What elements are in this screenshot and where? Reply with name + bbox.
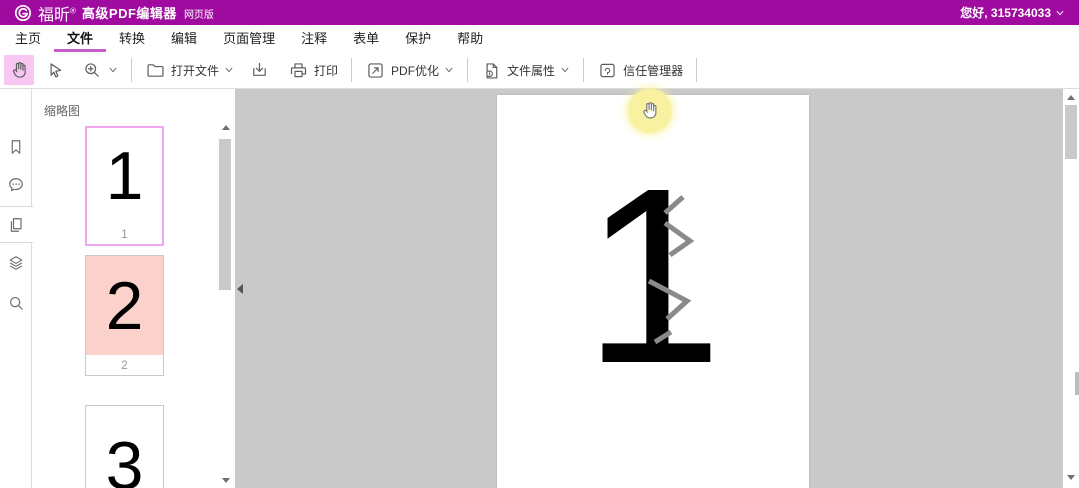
chevron-down-icon (560, 65, 570, 75)
panel-scroll-up-arrow[interactable] (222, 125, 230, 130)
comment-icon[interactable] (6, 175, 26, 195)
printer-icon (288, 60, 309, 81)
download-button[interactable] (244, 55, 274, 85)
bookmark-icon[interactable] (6, 137, 26, 157)
thumbnail-page-preview: 2 (86, 256, 163, 355)
select-arrow-icon (45, 60, 66, 81)
pdf-page[interactable]: 1 (497, 95, 809, 488)
toolbar-separator (131, 58, 132, 82)
toolbar-separator (583, 58, 584, 82)
foxit-pdf-editor-window: 福昕® 高级PDF编辑器 网页版 您好, 315734033 主页 文件 转换 … (0, 0, 1079, 488)
download-icon (249, 60, 270, 81)
edition-label: 网页版 (184, 6, 214, 21)
thumbnail-digit: 1 (106, 142, 144, 210)
menu-convert[interactable]: 转换 (106, 25, 158, 52)
pdf-optimize-button[interactable]: PDF优化 (359, 55, 460, 85)
scrollbar-mark (1075, 372, 1079, 395)
menu-comment[interactable]: 注释 (288, 25, 340, 52)
search-icon[interactable] (6, 293, 26, 313)
thumbnail-page-number: 2 (86, 355, 163, 375)
pages-icon[interactable] (6, 215, 26, 235)
thumbnail-page-preview: 3 (86, 406, 163, 488)
document-canvas[interactable]: 1 (235, 89, 1063, 488)
hand-tool-button[interactable] (4, 55, 34, 85)
trust-manager-icon (597, 60, 618, 81)
print-label: 打印 (314, 62, 338, 79)
left-panel-tabs (0, 89, 32, 488)
thumbnail-page-number: 1 (87, 224, 162, 244)
menu-edit[interactable]: 编辑 (158, 25, 210, 52)
chevron-down-icon (108, 65, 118, 75)
open-file-button[interactable]: 打开文件 (139, 55, 240, 85)
zoom-tool-button[interactable] (76, 55, 124, 85)
menu-protect[interactable]: 保护 (392, 25, 444, 52)
menu-form[interactable]: 表单 (340, 25, 392, 52)
toolbar-separator (467, 58, 468, 82)
main-menubar: 主页 文件 转换 编辑 页面管理 注释 表单 保护 帮助 (0, 25, 1079, 52)
file-properties-icon (481, 60, 502, 81)
file-properties-button[interactable]: 文件属性 (475, 55, 576, 85)
trust-manager-button[interactable]: 信任管理器 (591, 55, 689, 85)
user-account-menu[interactable]: 您好, 315734033 (960, 4, 1065, 21)
page-thumbnail-1[interactable]: 1 1 (85, 126, 164, 246)
file-properties-label: 文件属性 (507, 62, 555, 79)
select-tool-button[interactable] (40, 55, 70, 85)
registered-mark: ® (70, 6, 76, 15)
scrollbar-thumb[interactable] (1065, 105, 1077, 159)
layers-icon[interactable] (6, 253, 26, 273)
print-button[interactable]: 打印 (282, 55, 344, 85)
open-file-label: 打开文件 (171, 62, 219, 79)
file-toolbar: 打开文件 打印 PDF优化 (0, 52, 1079, 89)
trust-manager-label: 信任管理器 (623, 62, 683, 79)
menu-home[interactable]: 主页 (2, 25, 54, 52)
hand-icon (9, 60, 30, 81)
thumbnail-panel-title: 缩略图 (44, 102, 80, 119)
workspace: 缩略图 1 1 2 2 3 (0, 89, 1079, 488)
thumbnail-digit: 2 (106, 272, 144, 340)
toolbar-separator (351, 58, 352, 82)
scroll-up-arrow[interactable] (1067, 95, 1075, 100)
document-scrollbar (1063, 89, 1079, 488)
scroll-down-arrow[interactable] (1067, 475, 1075, 480)
thumbnail-page-preview: 1 (87, 128, 162, 224)
page-thumbnail-2[interactable]: 2 2 (85, 255, 164, 376)
chevron-down-icon (444, 65, 454, 75)
folder-icon (145, 60, 166, 81)
hand-cursor-icon (639, 100, 661, 122)
pdf-optimize-label: PDF优化 (391, 62, 439, 79)
thumbnail-panel: 缩略图 1 1 2 2 3 (33, 89, 235, 488)
watermark-marks (497, 95, 809, 488)
panel-scroll-down-arrow[interactable] (222, 478, 230, 483)
foxit-logo-icon (14, 4, 32, 22)
chevron-down-icon (1055, 8, 1065, 18)
zoom-icon (82, 60, 103, 81)
toolbar-separator (696, 58, 697, 82)
menu-page-management[interactable]: 页面管理 (210, 25, 288, 52)
top-brand-bar: 福昕® 高级PDF编辑器 网页版 您好, 315734033 (0, 0, 1079, 25)
menu-file[interactable]: 文件 (54, 25, 106, 52)
brand-name: 福昕® (38, 1, 76, 25)
menu-help[interactable]: 帮助 (444, 25, 496, 52)
chevron-down-icon (224, 65, 234, 75)
page-thumbnail-3[interactable]: 3 (85, 405, 164, 488)
panel-scrollbar-thumb[interactable] (219, 139, 231, 290)
pdf-optimize-icon (365, 60, 386, 81)
product-title: 高级PDF编辑器 (82, 3, 177, 22)
user-greeting: 您好, 315734033 (960, 4, 1051, 21)
panel-collapse-handle[interactable] (237, 284, 243, 294)
brand-area: 福昕® 高级PDF编辑器 网页版 (14, 1, 214, 25)
thumbnail-digit: 3 (106, 432, 144, 488)
